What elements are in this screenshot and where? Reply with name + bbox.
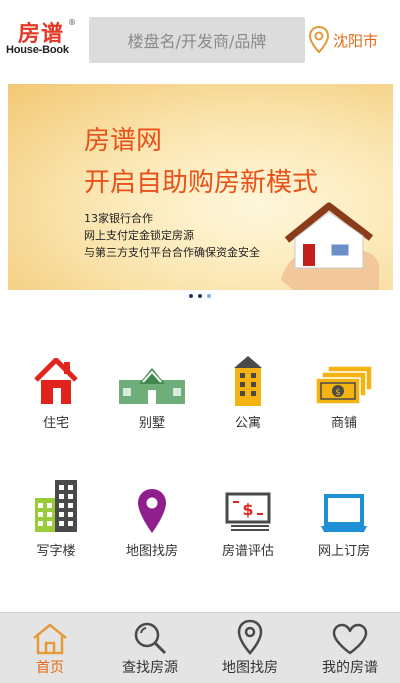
banner-pagination bbox=[0, 290, 400, 302]
banner-line-3: 与第三方支付平台合作确保资金安全 bbox=[84, 246, 260, 259]
bottom-tab-bar: 首页 查找房源 地图找房 我的房谱 bbox=[0, 612, 400, 683]
pagination-dot-active[interactable] bbox=[207, 294, 211, 298]
logo-registered-mark: ® bbox=[68, 18, 76, 27]
location-pin-icon bbox=[309, 26, 329, 54]
tab-map-search[interactable]: 地图找房 bbox=[200, 613, 300, 683]
category-label: 住宅 bbox=[42, 416, 69, 431]
tab-label: 我的房谱 bbox=[322, 660, 378, 676]
home-icon bbox=[33, 623, 67, 655]
price-tag-icon: $ bbox=[225, 492, 271, 531]
tab-my-house-book[interactable]: 我的房谱 bbox=[300, 613, 400, 683]
category-apartment[interactable]: 公寓 bbox=[198, 350, 298, 431]
category-label: 网上订房 bbox=[317, 544, 370, 559]
category-online-booking[interactable]: 网上订房 bbox=[294, 478, 394, 559]
tab-label: 查找房源 bbox=[122, 660, 178, 676]
category-map-search[interactable]: 地图找房 bbox=[102, 478, 202, 559]
category-label: 别墅 bbox=[138, 416, 165, 431]
search-input[interactable]: 楼盘名/开发商/品牌 bbox=[89, 17, 305, 63]
house-icon bbox=[34, 358, 78, 404]
svg-text:$: $ bbox=[335, 388, 341, 398]
location-icon bbox=[237, 619, 263, 655]
category-label: 写字楼 bbox=[36, 544, 76, 559]
category-label: 商铺 bbox=[330, 416, 357, 431]
logo-english-text: House-Book bbox=[6, 44, 69, 56]
pagination-dot[interactable] bbox=[189, 294, 193, 298]
category-office[interactable]: 写字楼 bbox=[6, 478, 106, 559]
tab-home[interactable]: 首页 bbox=[0, 613, 100, 683]
category-label: 房谱评估 bbox=[221, 544, 274, 559]
banner-line-2: 网上支付定金锁定房源 bbox=[84, 229, 194, 242]
search-placeholder: 楼盘名/开发商/品牌 bbox=[127, 32, 267, 51]
banner-title: 房谱网 bbox=[84, 126, 163, 156]
tab-find-listings[interactable]: 查找房源 bbox=[100, 613, 200, 683]
banner-line-1: 13家银行合作 bbox=[84, 212, 153, 225]
tab-label: 首页 bbox=[36, 660, 64, 676]
money-icon: $ bbox=[315, 365, 373, 405]
apartment-icon bbox=[234, 356, 262, 406]
category-villa[interactable]: 别墅 bbox=[102, 350, 202, 431]
category-label: 公寓 bbox=[234, 416, 261, 431]
tab-label: 地图找房 bbox=[222, 660, 278, 676]
city-name: 沈阳市 bbox=[333, 31, 379, 50]
map-pin-icon bbox=[138, 489, 166, 533]
category-label: 地图找房 bbox=[125, 544, 178, 559]
house-book-logo[interactable]: 房谱 ® House-Book bbox=[6, 16, 82, 64]
hand-holding-house-icon bbox=[281, 202, 379, 290]
svg-text:$: $ bbox=[242, 500, 253, 519]
heart-icon bbox=[332, 623, 368, 655]
promo-banner[interactable]: 房谱网 开启自助购房新模式 13家银行合作 网上支付定金锁定房源 与第三方支付平… bbox=[8, 84, 393, 290]
villa-icon bbox=[119, 368, 185, 404]
category-appraisal[interactable]: $ 房谱评估 bbox=[198, 478, 298, 559]
category-shop[interactable]: $ 商铺 bbox=[294, 350, 394, 431]
office-building-icon bbox=[35, 480, 77, 532]
search-icon bbox=[134, 622, 167, 655]
laptop-icon bbox=[321, 494, 367, 532]
city-selector[interactable]: 沈阳市 bbox=[309, 22, 378, 58]
category-residential[interactable]: 住宅 bbox=[6, 350, 106, 431]
header-bar: 房谱 ® House-Book 楼盘名/开发商/品牌 沈阳市 bbox=[0, 0, 400, 80]
pagination-dot[interactable] bbox=[198, 294, 202, 298]
